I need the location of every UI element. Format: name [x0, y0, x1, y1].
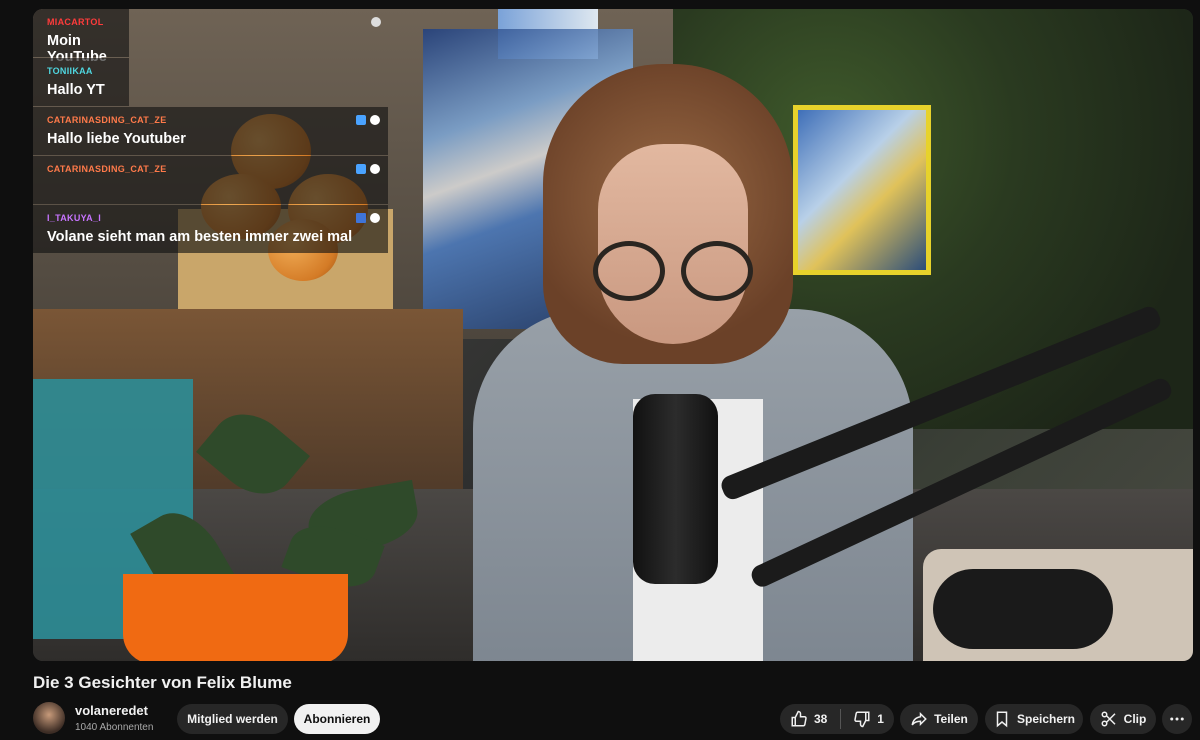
save-button[interactable]: Speichern	[985, 704, 1083, 734]
arrow-badge-icon	[370, 213, 380, 223]
video-title: Die 3 Gesichter von Felix Blume	[33, 673, 292, 692]
chat-badges	[356, 213, 380, 223]
more-horizontal-icon	[1168, 710, 1186, 728]
dislike-button[interactable]: 1	[853, 710, 884, 728]
video-person-glasses	[593, 241, 753, 301]
chat-username: CATARINASDING_CAT_ZE	[47, 115, 167, 125]
chat-badges	[356, 115, 380, 125]
video-microphone	[633, 394, 718, 584]
subscriber-count: 1040 Abonnenten	[75, 722, 154, 733]
chat-badges	[356, 164, 380, 174]
badge-icon	[371, 17, 381, 27]
thumbs-up-icon	[790, 710, 808, 728]
channel-avatar[interactable]	[33, 702, 65, 734]
video-painting-yellow	[793, 105, 931, 275]
scissors-icon	[1100, 710, 1118, 728]
dislike-count: 1	[877, 712, 884, 726]
chat-username: MIACARTOL	[47, 17, 104, 27]
crown-badge-icon	[356, 115, 366, 125]
chat-message: MIACARTOL Moin YouTube	[33, 9, 381, 65]
join-button[interactable]: Mitglied werden	[177, 704, 288, 734]
chat-username: TONIIKAA	[47, 66, 93, 76]
chat-text: Hallo liebe Youtuber	[47, 131, 186, 147]
bookmark-icon	[993, 710, 1011, 728]
chat-message: CATARINASDING_CAT_ZE Hallo liebe Youtube…	[33, 107, 388, 155]
chat-message: I_TAKUYA_I Volane sieht man am besten im…	[33, 205, 388, 253]
thumbs-down-icon	[853, 710, 871, 728]
save-label: Speichern	[1016, 712, 1076, 726]
divider	[839, 709, 841, 729]
video-actions-row: volaneredet 1040 Abonnenten Mitglied wer…	[0, 700, 1200, 740]
share-icon	[910, 710, 928, 728]
arrow-badge-icon	[370, 164, 380, 174]
like-count: 38	[814, 712, 828, 726]
chat-text: Hallo YT	[47, 82, 105, 98]
chat-username: I_TAKUYA_I	[47, 213, 102, 223]
clip-label: Clip	[1123, 712, 1147, 726]
crown-badge-icon	[356, 164, 366, 174]
like-dislike-group: 38 1	[780, 704, 894, 734]
share-button[interactable]: Teilen	[900, 704, 978, 734]
more-actions-button[interactable]	[1162, 704, 1192, 734]
like-button[interactable]: 38	[790, 710, 827, 728]
video-cat	[933, 569, 1113, 649]
share-label: Teilen	[934, 712, 968, 726]
chat-message: CATARINASDING_CAT_ZE	[33, 156, 388, 204]
channel-name[interactable]: volaneredet	[75, 703, 148, 718]
arrow-badge-icon	[370, 115, 380, 125]
video-plant-pot	[123, 574, 348, 661]
chat-overlay: MIACARTOL Moin YouTube TONIIKAA Hallo YT…	[33, 9, 388, 254]
chat-badges	[371, 17, 381, 27]
chat-text: Volane sieht man am besten immer zwei ma…	[47, 229, 353, 245]
video-player[interactable]: MIACARTOL Moin YouTube TONIIKAA Hallo YT…	[33, 9, 1193, 661]
chat-username: CATARINASDING_CAT_ZE	[47, 164, 167, 174]
subscribe-button[interactable]: Abonnieren	[294, 704, 380, 734]
chat-message: TONIIKAA Hallo YT	[33, 58, 129, 106]
clip-button[interactable]: Clip	[1090, 704, 1156, 734]
flag-badge-icon	[356, 213, 366, 223]
